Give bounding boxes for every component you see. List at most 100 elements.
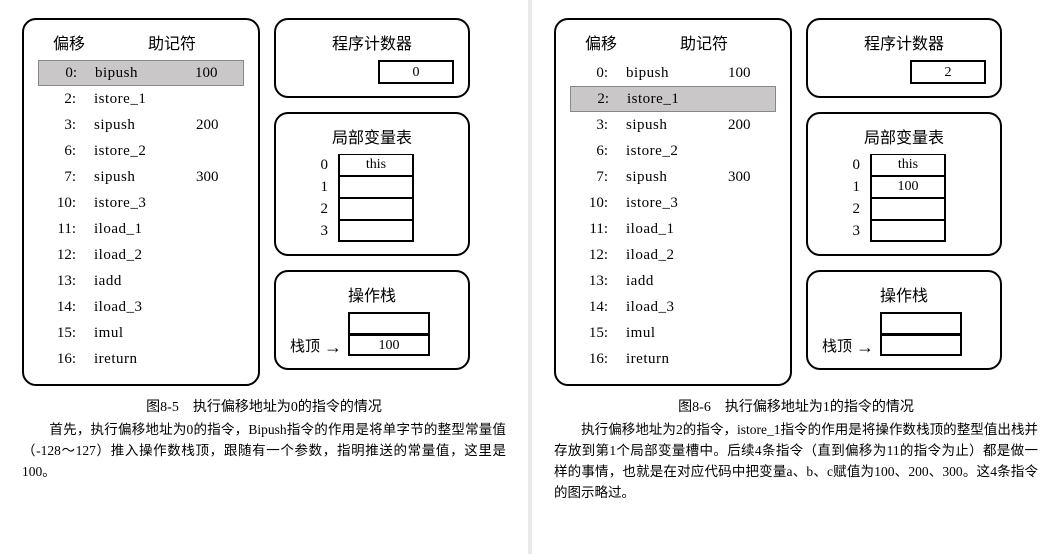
bytecode-argument: 300 (728, 169, 772, 186)
bytecode-offset: 14: (574, 299, 614, 316)
bytecode-offset: 0: (43, 65, 83, 82)
bytecode-argument: 200 (196, 117, 240, 134)
local-variable-panel: 局部变量表 0this1 2 3 (274, 112, 470, 256)
bytecode-offset: 14: (42, 299, 82, 316)
bytecode-mnemonic: iload_2 (82, 247, 196, 264)
bytecode-row: 12:iload_2 (570, 242, 776, 268)
bytecode-offset: 3: (42, 117, 82, 134)
bytecode-offset: 12: (42, 247, 82, 264)
local-variable-value (870, 220, 946, 242)
bytecode-offset: 6: (574, 143, 614, 160)
local-variable-row: 1100 (840, 176, 986, 198)
bytecode-row: 15:imul (38, 320, 244, 346)
paragraph-text: 首先，执行偏移地址为0的指令，Bipush指令的作用是将单字节的整型常量值（-1… (22, 420, 506, 483)
bytecode-mnemonic: iadd (614, 273, 728, 290)
bytecode-argument: 300 (196, 169, 240, 186)
bytecode-mnemonic: ireturn (82, 351, 196, 368)
stack-top-label: 栈顶 (822, 335, 852, 356)
bytecode-row: 2:istore_1 (570, 86, 776, 112)
bytecode-mnemonic: istore_2 (82, 143, 196, 160)
local-variable-row: 3 (308, 220, 454, 242)
bytecode-mnemonic: istore_3 (614, 195, 728, 212)
bytecode-row: 14:iload_3 (570, 294, 776, 320)
bytecode-offset: 7: (574, 169, 614, 186)
operand-stack-title: 操作栈 (290, 282, 454, 306)
bytecode-offset: 2: (575, 91, 615, 108)
bytecode-row: 13:iadd (570, 268, 776, 294)
bytecode-mnemonic: bipush (83, 65, 195, 82)
bytecode-row: 7:sipush300 (38, 164, 244, 190)
bytecode-mnemonic: sipush (82, 169, 196, 186)
local-variable-row: 3 (840, 220, 986, 242)
bytecode-offset: 11: (574, 221, 614, 238)
local-variable-row: 2 (308, 198, 454, 220)
bytecode-offset: 11: (42, 221, 82, 238)
stack-top-label: 栈顶 (290, 335, 320, 356)
local-variable-title: 局部变量表 (290, 124, 454, 148)
bytecode-offset: 15: (42, 325, 82, 342)
operand-stack-panel: 操作栈栈顶→ (806, 270, 1002, 370)
local-variable-value (338, 198, 414, 220)
bytecode-offset: 13: (574, 273, 614, 290)
bytecode-offset: 3: (574, 117, 614, 134)
figure-caption: 图8-6 执行偏移地址为1的指令的情况 (554, 396, 1038, 416)
local-variable-value (338, 220, 414, 242)
bytecode-row: 15:imul (570, 320, 776, 346)
bytecode-mnemonic: sipush (614, 117, 728, 134)
bytecode-row: 7:sipush300 (570, 164, 776, 190)
bytecode-mnemonic: iadd (82, 273, 196, 290)
program-counter-panel: 程序计数器 2 (806, 18, 1002, 98)
bytecode-mnemonic: ireturn (614, 351, 728, 368)
bytecode-offset: 15: (574, 325, 614, 342)
local-variable-index: 2 (840, 201, 870, 218)
arrow-right-icon: → (324, 338, 342, 356)
local-variable-value: this (870, 154, 946, 176)
program-counter-panel: 程序计数器0 (274, 18, 470, 98)
bytecode-mnemonic: istore_1 (615, 91, 727, 108)
stack-cell (348, 312, 430, 334)
bytecode-offset: 12: (574, 247, 614, 264)
local-variable-value: this (338, 154, 414, 176)
local-variable-row: 0this (840, 154, 986, 176)
bytecode-offset: 0: (574, 65, 614, 82)
bytecode-row: 2:istore_1 (38, 86, 244, 112)
bytecode-offset: 16: (42, 351, 82, 368)
bytecode-mnemonic: iload_1 (82, 221, 196, 238)
column-header-offset: 偏移 (570, 30, 632, 54)
local-variable-row: 1 (308, 176, 454, 198)
bytecode-argument: 100 (728, 65, 772, 82)
bytecode-row: 12:iload_2 (38, 242, 244, 268)
bytecode-mnemonic: istore_1 (82, 91, 196, 108)
bytecode-row: 16:ireturn (570, 346, 776, 372)
local-variable-index: 0 (308, 157, 338, 174)
bytecode-mnemonic: iload_3 (82, 299, 196, 316)
local-variable-value (338, 176, 414, 198)
column-header-mnemonic: 助记符 (100, 30, 244, 54)
program-counter-title: 程序计数器 (290, 30, 454, 54)
bytecode-mnemonic: imul (614, 325, 728, 342)
operand-stack-title: 操作栈 (822, 282, 986, 306)
bytecode-offset: 13: (42, 273, 82, 290)
program-counter-value: 2 (910, 60, 986, 84)
program-counter-title: 程序计数器 (822, 30, 986, 54)
operand-stack-panel: 操作栈栈顶→100 (274, 270, 470, 370)
bytecode-mnemonic: istore_3 (82, 195, 196, 212)
column-header-offset: 偏移 (38, 30, 100, 54)
figure-caption: 图8-5 执行偏移地址为0的指令的情况 (22, 396, 506, 416)
bytecode-row: 10:istore_3 (570, 190, 776, 216)
bytecode-offset: 10: (574, 195, 614, 212)
bytecode-offset: 7: (42, 169, 82, 186)
local-variable-panel: 局部变量表0this110023 (806, 112, 1002, 256)
bytecode-mnemonic: istore_2 (614, 143, 728, 160)
page-left: 偏移助记符0:bipush1002:istore_13:sipush2006:i… (0, 0, 528, 554)
bytecode-mnemonic: iload_1 (614, 221, 728, 238)
bytecode-mnemonic: bipush (614, 65, 728, 82)
arrow-right-icon: → (856, 338, 874, 356)
bytecode-mnemonic: imul (82, 325, 196, 342)
bytecode-row: 13:iadd (38, 268, 244, 294)
local-variable-index: 2 (308, 201, 338, 218)
bytecode-argument: 200 (728, 117, 772, 134)
stack-cell (880, 312, 962, 334)
bytecode-row: 0:bipush100 (570, 60, 776, 86)
paragraph-text: 执行偏移地址为2的指令，istore_1指令的作用是将操作数栈顶的整型值出栈并存… (554, 420, 1038, 504)
